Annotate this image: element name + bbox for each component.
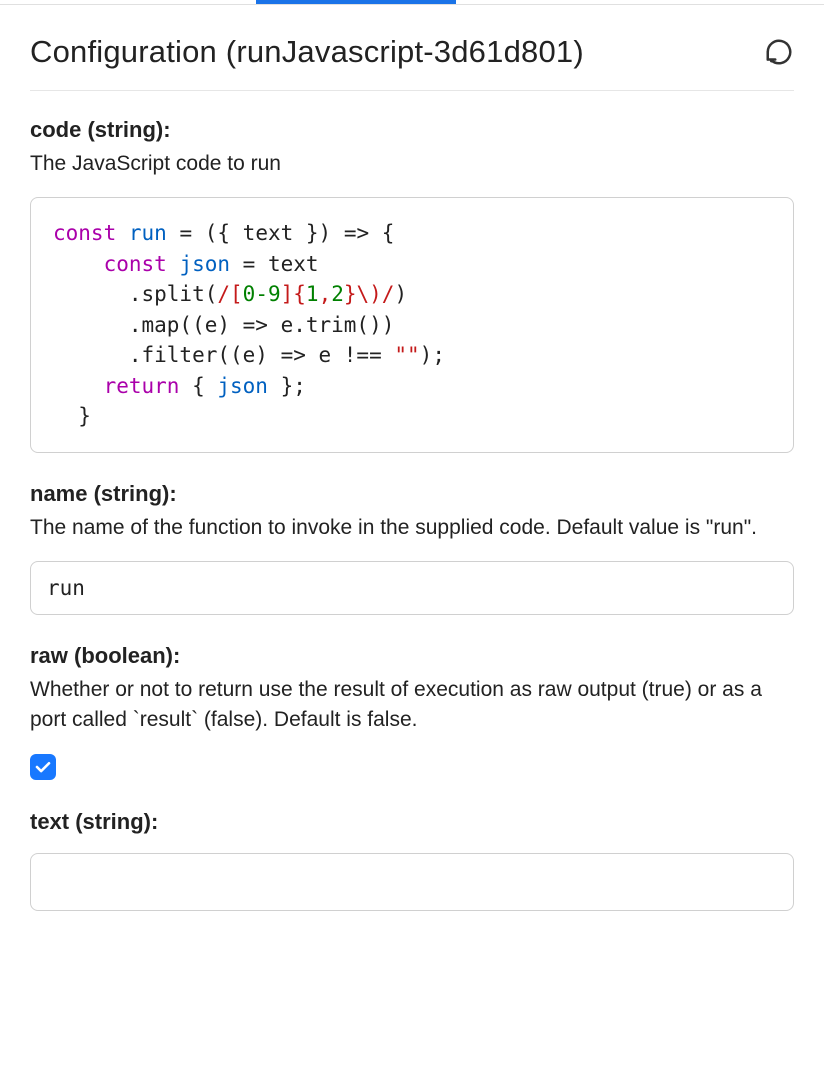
token-dot-map: .map((e) => e.trim()) — [129, 313, 395, 337]
token-brace-close: } — [78, 404, 91, 428]
token-run: run — [129, 221, 167, 245]
token-ret-close: }; — [268, 374, 306, 398]
name-input[interactable] — [30, 561, 794, 615]
field-code-desc: The JavaScript code to run — [30, 149, 794, 179]
refresh-icon[interactable] — [764, 37, 794, 67]
token-json2: json — [217, 374, 268, 398]
code-input[interactable]: const run = ({ text }) => { const json =… — [30, 197, 794, 452]
token-eq-open: = ({ text }) => { — [167, 221, 395, 245]
token-regex-open: /[ — [217, 282, 242, 306]
token-regex-digits: 0-9 — [243, 282, 281, 306]
token-return: return — [104, 374, 180, 398]
raw-checkbox[interactable] — [30, 754, 56, 780]
field-code: code (string): The JavaScript code to ru… — [30, 117, 794, 453]
token-regex-mid: ]{ — [281, 282, 306, 306]
token-regex-q1: 1 — [306, 282, 319, 306]
token-empty-str: "" — [394, 343, 419, 367]
field-name-label: name (string): — [30, 481, 794, 507]
panel-header: Configuration (runJavascript-3d61d801) — [30, 34, 794, 91]
config-panel: Configuration (runJavascript-3d61d801) c… — [0, 8, 824, 965]
field-code-label: code (string): — [30, 117, 794, 143]
field-raw-desc: Whether or not to return use the result … — [30, 675, 794, 736]
field-text-label: text (string): — [30, 809, 794, 835]
token-dot-split: .split( — [129, 282, 218, 306]
field-raw-label: raw (boolean): — [30, 643, 794, 669]
token-close-paren: ) — [394, 282, 407, 306]
panel-title: Configuration (runJavascript-3d61d801) — [30, 34, 584, 70]
token-dot-filter-pre: .filter((e) => e !== — [129, 343, 395, 367]
token-regex-comma: , — [319, 282, 332, 306]
token-filter-end: ); — [420, 343, 445, 367]
field-text: text (string): — [30, 809, 794, 911]
token-json: json — [179, 252, 230, 276]
token-const2: const — [104, 252, 167, 276]
token-assign-text: = text — [230, 252, 319, 276]
token-ret-open: { — [179, 374, 217, 398]
text-input[interactable] — [30, 853, 794, 911]
field-name-desc: The name of the function to invoke in th… — [30, 513, 794, 543]
field-raw: raw (boolean): Whether or not to return … — [30, 643, 794, 781]
token-const: const — [53, 221, 116, 245]
token-regex-q2: 2 — [331, 282, 344, 306]
token-regex-close: }\)/ — [344, 282, 395, 306]
field-name: name (string): The name of the function … — [30, 481, 794, 615]
